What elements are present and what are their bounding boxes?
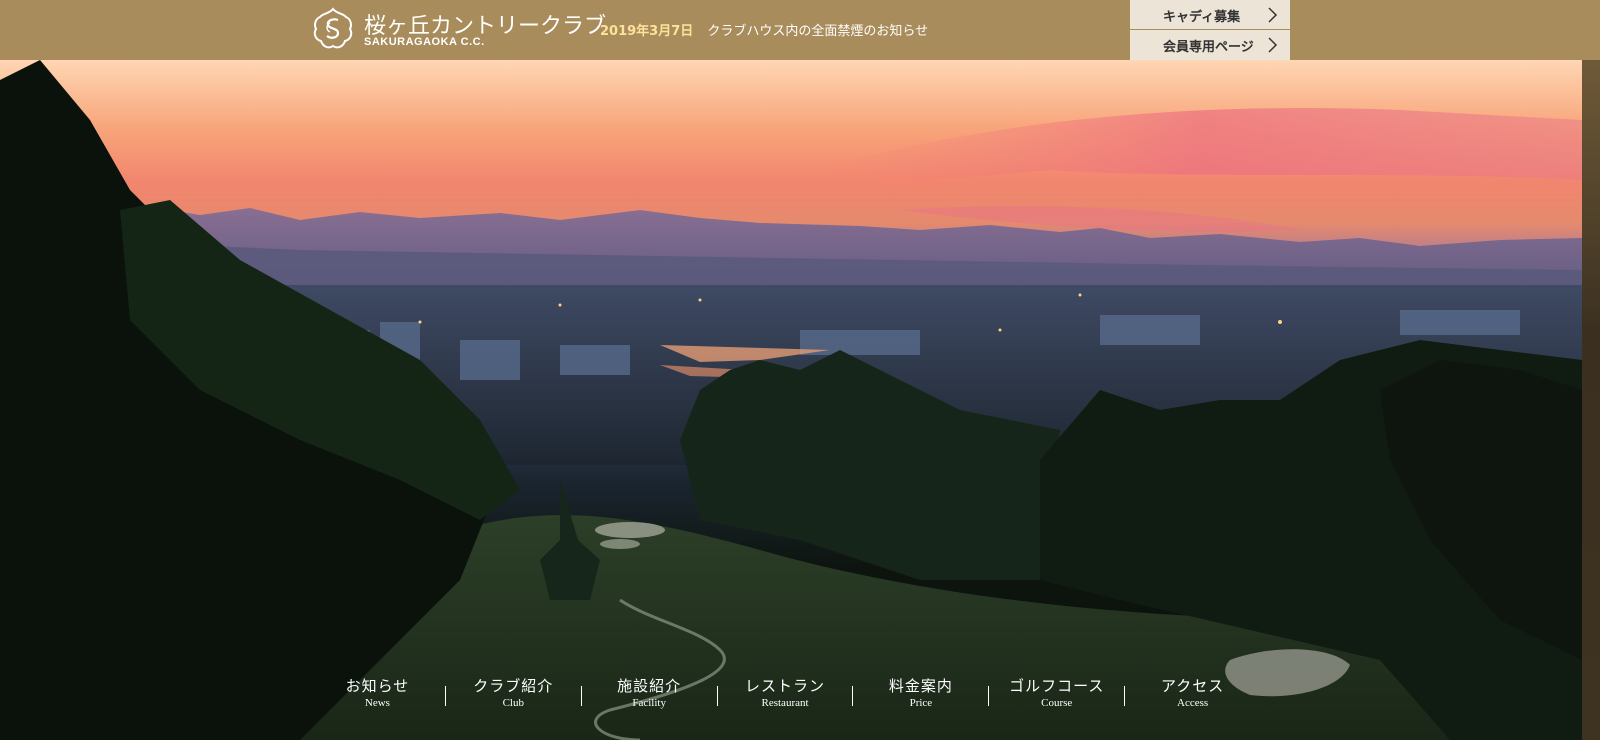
nav-label-en: Restaurant	[761, 697, 809, 709]
scroll-edge	[1582, 60, 1600, 740]
caddie-recruit-label: キャディ募集	[1163, 10, 1241, 25]
nav-label-jp: お知らせ	[345, 677, 410, 695]
nav-label-en: Course	[1041, 697, 1073, 709]
nav-label-en: Facility	[632, 697, 666, 709]
site-logo[interactable]: 桜ヶ丘カントリークラブ SAKURAGAOKA C.C.	[310, 6, 606, 54]
sunset-golf-course-illustration	[0, 60, 1582, 740]
header-news: 2019年3月7日 クラブハウス内の全面禁煙のお知らせ	[600, 20, 928, 39]
nav-item-facility[interactable]: 施設紹介 Facility	[582, 676, 717, 710]
hero-image	[0, 60, 1582, 740]
nav-label-jp: クラブ紹介	[473, 677, 554, 695]
nav-label-en: Club	[502, 697, 524, 709]
nav-item-access[interactable]: アクセス Access	[1125, 676, 1260, 710]
nav-item-news[interactable]: お知らせ News	[310, 676, 445, 710]
logo-name-en: SAKURAGAOKA C.C.	[364, 36, 485, 48]
nav-item-club[interactable]: クラブ紹介 Club	[446, 676, 581, 710]
nav-label-en: Access	[1177, 697, 1209, 709]
nav-label-jp: 施設紹介	[617, 677, 682, 695]
nav-label-en: Price	[909, 697, 933, 709]
news-link[interactable]: クラブハウス内の全面禁煙のお知らせ	[707, 24, 928, 39]
chevron-right-icon	[1268, 7, 1278, 23]
logo-emblem-icon	[313, 7, 353, 49]
global-nav: お知らせ News クラブ紹介 Club 施設紹介 Facility レストラン…	[310, 676, 1260, 720]
nav-item-restaurant[interactable]: レストラン Restaurant	[718, 676, 853, 710]
nav-label-jp: ゴルフコース	[1009, 677, 1105, 695]
member-page-label: 会員専用ページ	[1163, 40, 1254, 55]
site-header: 桜ヶ丘カントリークラブ SAKURAGAOKA C.C. 2019年3月7日 ク…	[0, 0, 1600, 60]
member-page-button[interactable]: 会員専用ページ	[1130, 30, 1290, 60]
nav-label-jp: レストラン	[745, 677, 826, 695]
chevron-right-icon	[1268, 37, 1278, 53]
nav-label-jp: 料金案内	[888, 677, 953, 695]
nav-item-price[interactable]: 料金案内 Price	[853, 676, 988, 710]
nav-label-jp: アクセス	[1160, 677, 1225, 695]
nav-item-course[interactable]: ゴルフコース Course	[989, 676, 1124, 710]
caddie-recruit-button[interactable]: キャディ募集	[1130, 0, 1290, 30]
nav-label-en: News	[364, 697, 390, 709]
news-date: 2019年3月7日	[600, 24, 694, 39]
